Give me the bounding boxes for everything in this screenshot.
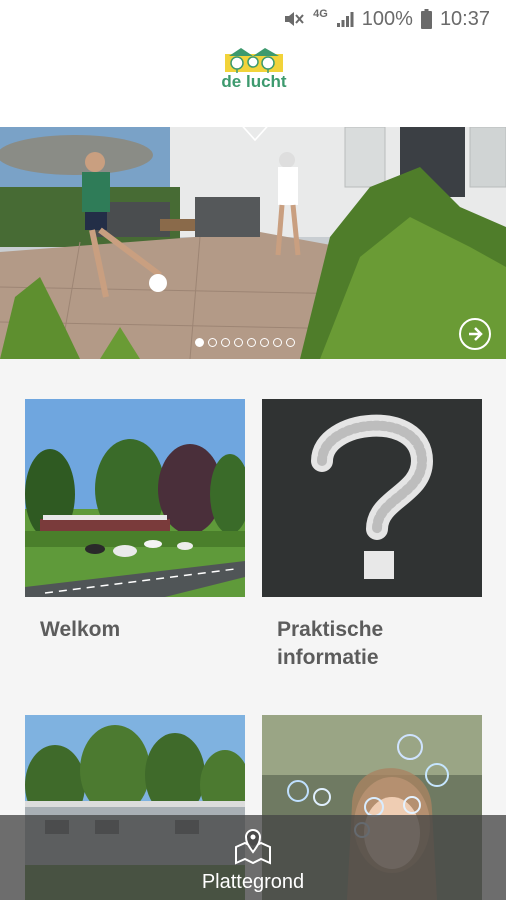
plattegrond-bar[interactable]: Plattegrond — [0, 815, 506, 900]
welkom-card-image[interactable] — [25, 399, 245, 597]
arrow-right-icon — [469, 327, 483, 341]
battery-percentage: 100% — [361, 7, 413, 30]
carousel-dot[interactable] — [273, 338, 282, 347]
praktische-informatie-label[interactable]: Praktische informatie — [277, 616, 477, 672]
battery-icon — [420, 9, 432, 29]
status-bar: 4G 100% 10:37 — [0, 0, 506, 38]
app-logo[interactable]: de lucht — [218, 46, 290, 92]
hero-carousel[interactable] — [0, 127, 506, 359]
signal-icon — [336, 10, 354, 28]
carousel-dot[interactable] — [286, 338, 295, 347]
logo-graphic — [225, 48, 283, 73]
clock: 10:37 — [439, 7, 490, 30]
carousel-dot[interactable] — [208, 338, 217, 347]
praktische-informatie-card-image[interactable] — [262, 399, 482, 597]
carousel-next-button[interactable] — [459, 318, 491, 350]
carousel-dot[interactable] — [234, 338, 243, 347]
carousel-dot[interactable] — [221, 338, 230, 347]
welkom-label[interactable]: Welkom — [40, 616, 240, 644]
carousel-dot[interactable] — [260, 338, 269, 347]
logo-text: de lucht — [221, 72, 287, 91]
carousel-dot[interactable] — [247, 338, 256, 347]
carousel-dot[interactable] — [195, 338, 204, 347]
hero-image — [0, 127, 506, 359]
plattegrond-label: Plattegrond — [201, 871, 305, 893]
map-pin-icon — [235, 829, 271, 865]
mute-icon — [283, 9, 305, 29]
chevron-down-icon — [236, 119, 274, 142]
carousel-indicators — [195, 338, 295, 347]
network-type: 4G — [313, 8, 328, 20]
